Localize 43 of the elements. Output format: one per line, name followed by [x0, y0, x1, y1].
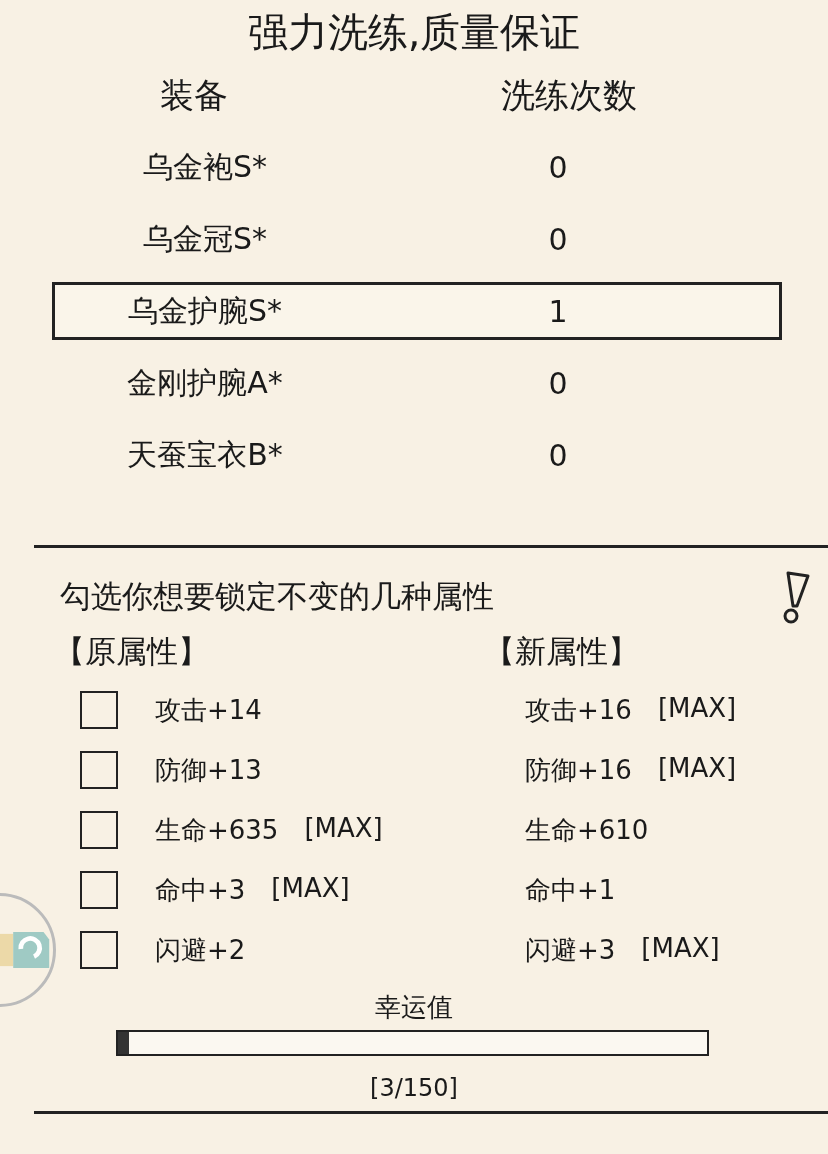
equipment-row[interactable]: 乌金冠S* 0 — [52, 210, 782, 268]
old-attribute: 生命+635 — [155, 813, 279, 847]
column-header: 【原属性】 — [54, 632, 209, 671]
equipment-name: 乌金冠S* — [142, 219, 267, 258]
refine-count: 1 — [548, 293, 568, 329]
max-tag: [MAX] — [271, 872, 350, 908]
equipment-row[interactable]: 乌金护腕S* 1 — [52, 282, 782, 340]
equipment-name: 乌金护腕S* — [127, 291, 282, 330]
lock-checkbox[interactable] — [80, 871, 118, 909]
lock-checkbox[interactable] — [80, 751, 118, 789]
instruction-text: 勾选你想要锁定不变的几种属性 — [60, 577, 494, 616]
refine-count: 0 — [548, 221, 568, 257]
old-attribute: 攻击+14 — [155, 693, 262, 727]
max-tag: [MAX] — [304, 812, 383, 848]
new-attribute: 闪避+3 — [525, 933, 616, 967]
new-attribute: 生命+610 — [525, 813, 649, 847]
old-attribute: 闪避+2 — [155, 933, 246, 967]
equipment-row[interactable]: 天蚕宝衣B* 0 — [52, 426, 782, 484]
screen-title: 强力洗练,质量保证 — [246, 8, 582, 57]
new-attribute: 攻击+16 — [525, 693, 632, 727]
max-tag: [MAX] — [657, 752, 737, 788]
refine-count: 0 — [548, 365, 568, 401]
equipment-name: 金刚护腕A* — [127, 363, 283, 402]
old-attribute: 命中+3 — [155, 873, 246, 907]
max-tag: [MAX] — [657, 692, 737, 728]
luck-reading: [3/150] — [370, 1074, 458, 1102]
equipment-row[interactable]: 乌金袍S* 0 — [52, 138, 782, 196]
column-header: 装备 — [160, 74, 228, 117]
refine-count: 0 — [548, 149, 568, 185]
column-header: 洗练次数 — [501, 74, 637, 117]
max-tag: [MAX] — [641, 932, 720, 968]
luck-label: 幸运值 — [375, 991, 453, 1024]
lock-checkbox[interactable] — [80, 811, 118, 849]
new-attribute: 防御+16 — [525, 753, 632, 787]
new-attribute: 命中+1 — [525, 873, 616, 907]
lock-checkbox[interactable] — [80, 691, 118, 729]
lock-checkbox[interactable] — [80, 931, 118, 969]
equipment-row[interactable]: 金刚护腕A* 0 — [52, 354, 782, 412]
old-attribute: 防御+13 — [155, 753, 262, 787]
equipment-name: 天蚕宝衣B* — [127, 435, 283, 474]
equipment-name: 乌金袍S* — [142, 147, 267, 186]
column-header: 【新属性】 — [484, 632, 639, 671]
refine-count: 0 — [548, 437, 568, 473]
